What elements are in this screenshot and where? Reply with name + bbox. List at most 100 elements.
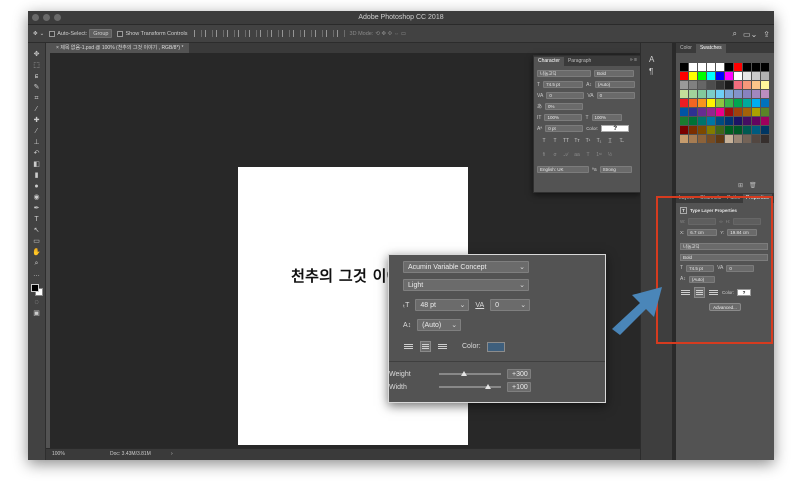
zoom-font-size-field[interactable]: 48 pt ⌄ bbox=[415, 299, 470, 311]
color-swatches[interactable] bbox=[30, 284, 43, 296]
screen-mode-icon[interactable]: ▣ bbox=[31, 310, 43, 318]
document-tab[interactable]: × 제목 없음-1.psd @ 100% (천추의 그것 이야기 , RGB/8… bbox=[50, 43, 190, 53]
swatch[interactable] bbox=[725, 117, 733, 125]
swatch[interactable] bbox=[761, 81, 769, 89]
weight-slider-thumb[interactable] bbox=[461, 371, 467, 376]
swatch[interactable] bbox=[761, 72, 769, 80]
auto-select-dropdown[interactable]: Group bbox=[89, 29, 113, 38]
eyedropper-tool-icon[interactable]: ⁄ bbox=[31, 106, 43, 114]
zoom-align-right-button[interactable] bbox=[437, 341, 448, 352]
gradient-tool-icon[interactable]: ▮ bbox=[31, 172, 43, 180]
weight-slider[interactable] bbox=[439, 371, 501, 376]
zoom-tool-icon[interactable]: ⌕ bbox=[31, 260, 43, 268]
tab-character[interactable]: Character bbox=[534, 57, 564, 66]
superscript-icon[interactable]: T¹ bbox=[584, 138, 592, 144]
shape-tool-icon[interactable]: ▭ bbox=[31, 238, 43, 246]
swatch[interactable] bbox=[734, 135, 742, 143]
swatch[interactable] bbox=[716, 135, 724, 143]
hand-tool-icon[interactable]: ✋ bbox=[31, 249, 43, 257]
pen-tool-icon[interactable]: ✒ bbox=[31, 205, 43, 213]
swatch[interactable] bbox=[680, 81, 688, 89]
swatch[interactable] bbox=[734, 90, 742, 98]
crop-tool-icon[interactable]: ⌗ bbox=[31, 95, 43, 103]
swatch[interactable] bbox=[716, 99, 724, 107]
paragraph-panel-icon[interactable]: ¶ bbox=[649, 67, 653, 76]
swatch[interactable] bbox=[680, 117, 688, 125]
align-icon[interactable] bbox=[193, 30, 202, 37]
swatch[interactable] bbox=[698, 81, 706, 89]
zoom-align-left-button[interactable] bbox=[403, 341, 414, 352]
zoom-leading-field[interactable]: (Auto) ⌄ bbox=[417, 319, 462, 331]
swatch[interactable] bbox=[680, 63, 688, 71]
swatch[interactable] bbox=[680, 90, 688, 98]
zoom-level[interactable]: 100% bbox=[52, 449, 65, 460]
healing-tool-icon[interactable]: ✚ bbox=[31, 117, 43, 125]
swatch[interactable] bbox=[734, 99, 742, 107]
swatch[interactable] bbox=[716, 90, 724, 98]
move-tool-icon[interactable]: ✥ bbox=[31, 51, 43, 59]
swatch[interactable] bbox=[743, 90, 751, 98]
swatch[interactable] bbox=[689, 63, 697, 71]
align-icon[interactable] bbox=[259, 30, 268, 37]
swatch[interactable] bbox=[743, 126, 751, 134]
tsume-field[interactable]: 0% bbox=[545, 103, 584, 110]
swash-icon[interactable]: 𝒜 bbox=[562, 152, 570, 158]
swatch[interactable] bbox=[743, 108, 751, 116]
swatch[interactable] bbox=[716, 126, 724, 134]
swatch[interactable] bbox=[761, 90, 769, 98]
ordinals-icon[interactable]: 1ˢᵗ bbox=[595, 152, 603, 158]
width-slider[interactable] bbox=[439, 384, 501, 389]
swatch[interactable] bbox=[725, 81, 733, 89]
swatch[interactable] bbox=[752, 81, 760, 89]
swatch[interactable] bbox=[761, 117, 769, 125]
search-icon[interactable]: ⌕ bbox=[733, 29, 737, 39]
swatch[interactable] bbox=[707, 135, 715, 143]
language-select[interactable]: English: UK bbox=[537, 166, 589, 173]
swatch[interactable] bbox=[752, 63, 760, 71]
history-brush-icon[interactable]: ↶ bbox=[31, 150, 43, 158]
tab-color[interactable]: Color bbox=[676, 44, 696, 53]
swatch[interactable] bbox=[716, 117, 724, 125]
font-family-select[interactable]: 나눔고딕 bbox=[537, 70, 591, 77]
align-icon[interactable] bbox=[237, 30, 246, 37]
swatch[interactable] bbox=[707, 90, 715, 98]
swatch[interactable] bbox=[707, 117, 715, 125]
zoom-align-center-button[interactable] bbox=[420, 341, 431, 352]
swatch[interactable] bbox=[761, 63, 769, 71]
titling-icon[interactable]: T bbox=[584, 152, 592, 158]
quick-mask-icon[interactable]: ◌ bbox=[31, 299, 43, 307]
close-window-button[interactable] bbox=[32, 14, 39, 21]
swatch[interactable] bbox=[734, 126, 742, 134]
all-caps-icon[interactable]: TT bbox=[562, 138, 570, 144]
leading-field[interactable]: (Auto) bbox=[594, 81, 635, 88]
swatch[interactable] bbox=[680, 126, 688, 134]
swatch[interactable] bbox=[761, 99, 769, 107]
maximize-window-button[interactable] bbox=[54, 14, 61, 21]
tab-swatches[interactable]: Swatches bbox=[695, 44, 726, 53]
character-panel-icon[interactable]: A bbox=[649, 55, 654, 64]
swatch[interactable] bbox=[698, 63, 706, 71]
zoom-font-family-select[interactable]: Acumin Variable Concept ⌄ bbox=[403, 261, 529, 273]
swatch[interactable] bbox=[716, 108, 724, 116]
swatch[interactable] bbox=[707, 108, 715, 116]
swatch[interactable] bbox=[743, 63, 751, 71]
marquee-tool-icon[interactable]: ⬚ bbox=[31, 62, 43, 70]
auto-select-checkbox[interactable] bbox=[49, 30, 56, 37]
swatch[interactable] bbox=[761, 126, 769, 134]
align-icon[interactable] bbox=[204, 30, 213, 37]
swatch[interactable] bbox=[734, 117, 742, 125]
brush-tool-icon[interactable]: ⁄ bbox=[31, 128, 43, 136]
old-style-icon[interactable]: σ bbox=[551, 152, 559, 158]
blur-tool-icon[interactable]: ● bbox=[31, 183, 43, 191]
more-tools-icon[interactable]: … bbox=[31, 271, 43, 279]
swatch[interactable] bbox=[752, 108, 760, 116]
stamp-tool-icon[interactable]: ⊥ bbox=[31, 139, 43, 147]
swatch[interactable] bbox=[725, 135, 733, 143]
ligature-icon[interactable]: ﬁ bbox=[540, 152, 548, 158]
swatch[interactable] bbox=[680, 135, 688, 143]
swatch[interactable] bbox=[689, 99, 697, 107]
swatch[interactable] bbox=[698, 72, 706, 80]
weight-field[interactable]: +300 bbox=[507, 369, 531, 379]
eraser-tool-icon[interactable]: ◧ bbox=[31, 161, 43, 169]
swatch[interactable] bbox=[698, 126, 706, 134]
